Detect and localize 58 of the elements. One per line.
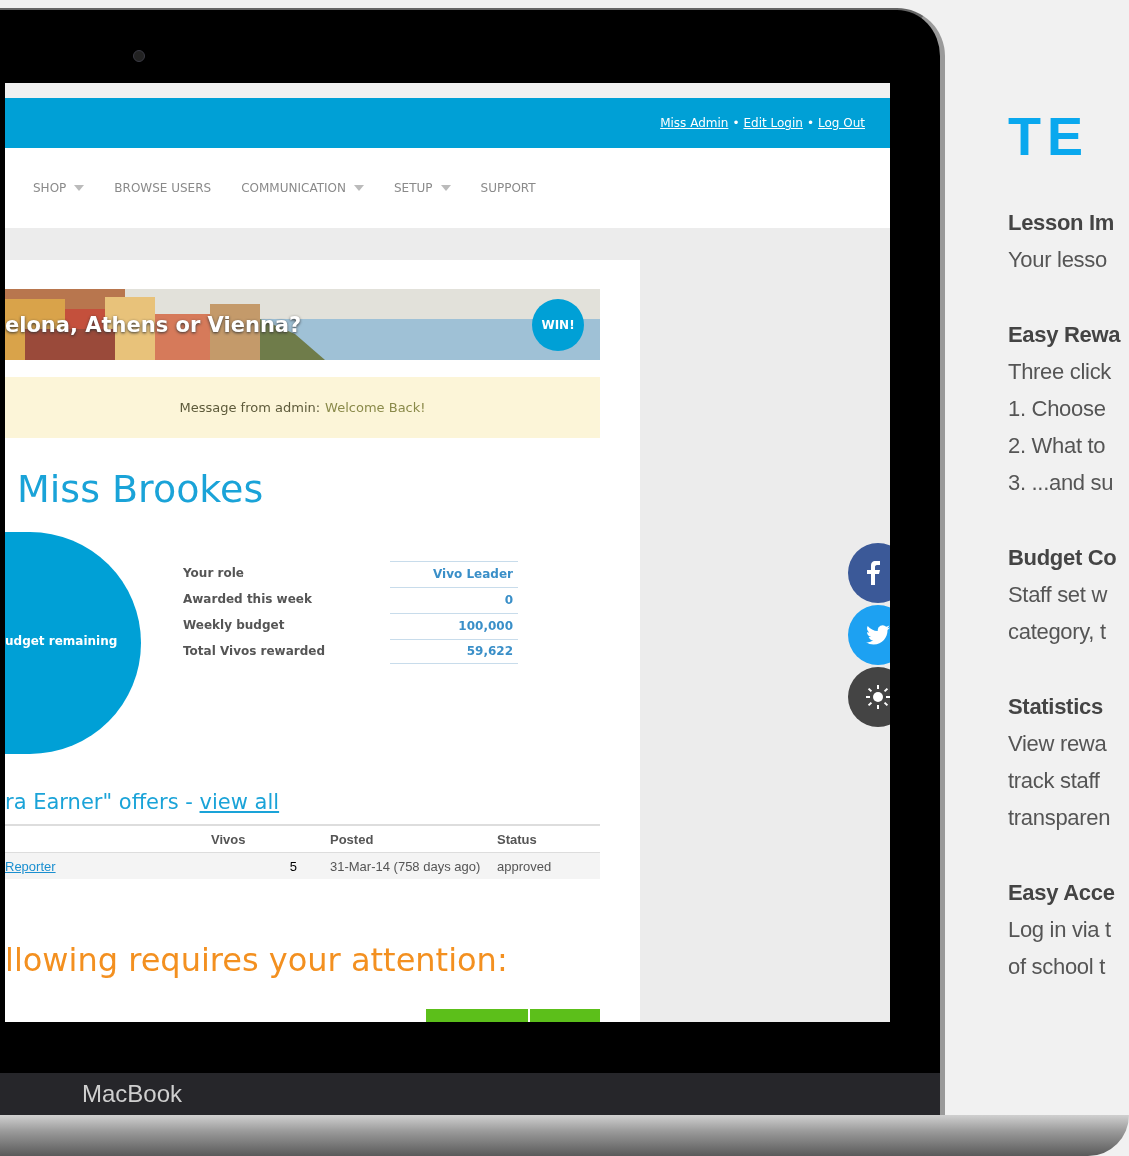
- attention-heading: llowing requires your attention:: [5, 941, 509, 979]
- view-all-link[interactable]: view all: [199, 790, 280, 814]
- user-link[interactable]: Edit Login: [743, 116, 803, 130]
- stat-label: Weekly budget: [183, 618, 286, 632]
- table-cell: approved: [497, 858, 552, 874]
- feature-text: track staff: [1008, 767, 1101, 795]
- bird-icon: [866, 625, 890, 645]
- feature-text: View rewa: [1008, 730, 1108, 758]
- separator-dot: •: [806, 116, 814, 130]
- nav-item[interactable]: SHOP: [33, 181, 85, 195]
- stat-label: Awarded this week: [183, 592, 313, 606]
- stat-value: 59,622: [390, 638, 518, 664]
- column-header: Vivos: [210, 831, 247, 847]
- stat-value: 100,000: [390, 612, 518, 638]
- separator-dot: •: [732, 116, 740, 130]
- feature-text: 3. ...and su: [1008, 469, 1115, 497]
- feature-text: Log in via t: [1008, 916, 1112, 944]
- feature-text: Three click: [1008, 358, 1113, 386]
- feature-text: transparen: [1008, 804, 1112, 832]
- greeting-heading: Miss Brookes: [16, 466, 265, 512]
- budget-label: udget remaining: [5, 634, 118, 648]
- feature-heading: Easy Rewa: [1008, 321, 1122, 349]
- caret-icon: [353, 185, 364, 191]
- message-label: Message from admin:: [179, 400, 321, 415]
- stat-label: Total Vivos rewarded: [183, 644, 326, 658]
- message-text: Welcome Back!: [325, 400, 426, 415]
- feature-text: Your lesso: [1008, 246, 1108, 274]
- sun-icon: [866, 685, 890, 709]
- offer-link[interactable]: Reporter: [5, 858, 56, 874]
- table-cell-text: 31-Mar-14 (758 days ago): [329, 858, 482, 874]
- stat-value: Vivo Leader: [390, 560, 518, 586]
- feature-heading: Budget Co: [1008, 544, 1118, 572]
- stat-value: 0: [390, 586, 518, 612]
- facebook-icon: [866, 561, 880, 585]
- caret-icon: [440, 185, 451, 191]
- feature-text: 2. What to: [1008, 432, 1107, 460]
- nav-item[interactable]: COMMUNICATION: [241, 181, 364, 195]
- table-cell-text: 5: [288, 858, 298, 874]
- offers-heading: ra Earner" offers -: [5, 790, 194, 814]
- column-header: Posted: [329, 831, 375, 847]
- feature-text: of school t: [1008, 953, 1107, 981]
- feature-text: 1. Choose: [1008, 395, 1107, 423]
- nav-item[interactable]: SUPPORT: [480, 181, 536, 195]
- features-title: TE: [1008, 106, 1090, 166]
- laptop-label: MacBook: [82, 1080, 183, 1108]
- feature-heading: Lesson Im: [1008, 209, 1116, 237]
- column-header: Status: [497, 831, 537, 847]
- user-link[interactable]: Miss Admin: [660, 116, 729, 130]
- camera-icon: [133, 50, 145, 62]
- feature-text: Staff set w: [1008, 581, 1109, 609]
- nav-item[interactable]: SETUP: [393, 181, 451, 195]
- feature-text: category, t: [1008, 618, 1107, 646]
- stat-label: Your role: [183, 566, 245, 580]
- user-link[interactable]: Log Out: [818, 116, 865, 130]
- feature-heading: Statistics: [1008, 693, 1104, 721]
- caret-icon: [74, 185, 85, 191]
- feature-heading: Easy Acce: [1008, 879, 1116, 907]
- nav-item[interactable]: BROWSE USERS: [114, 181, 212, 195]
